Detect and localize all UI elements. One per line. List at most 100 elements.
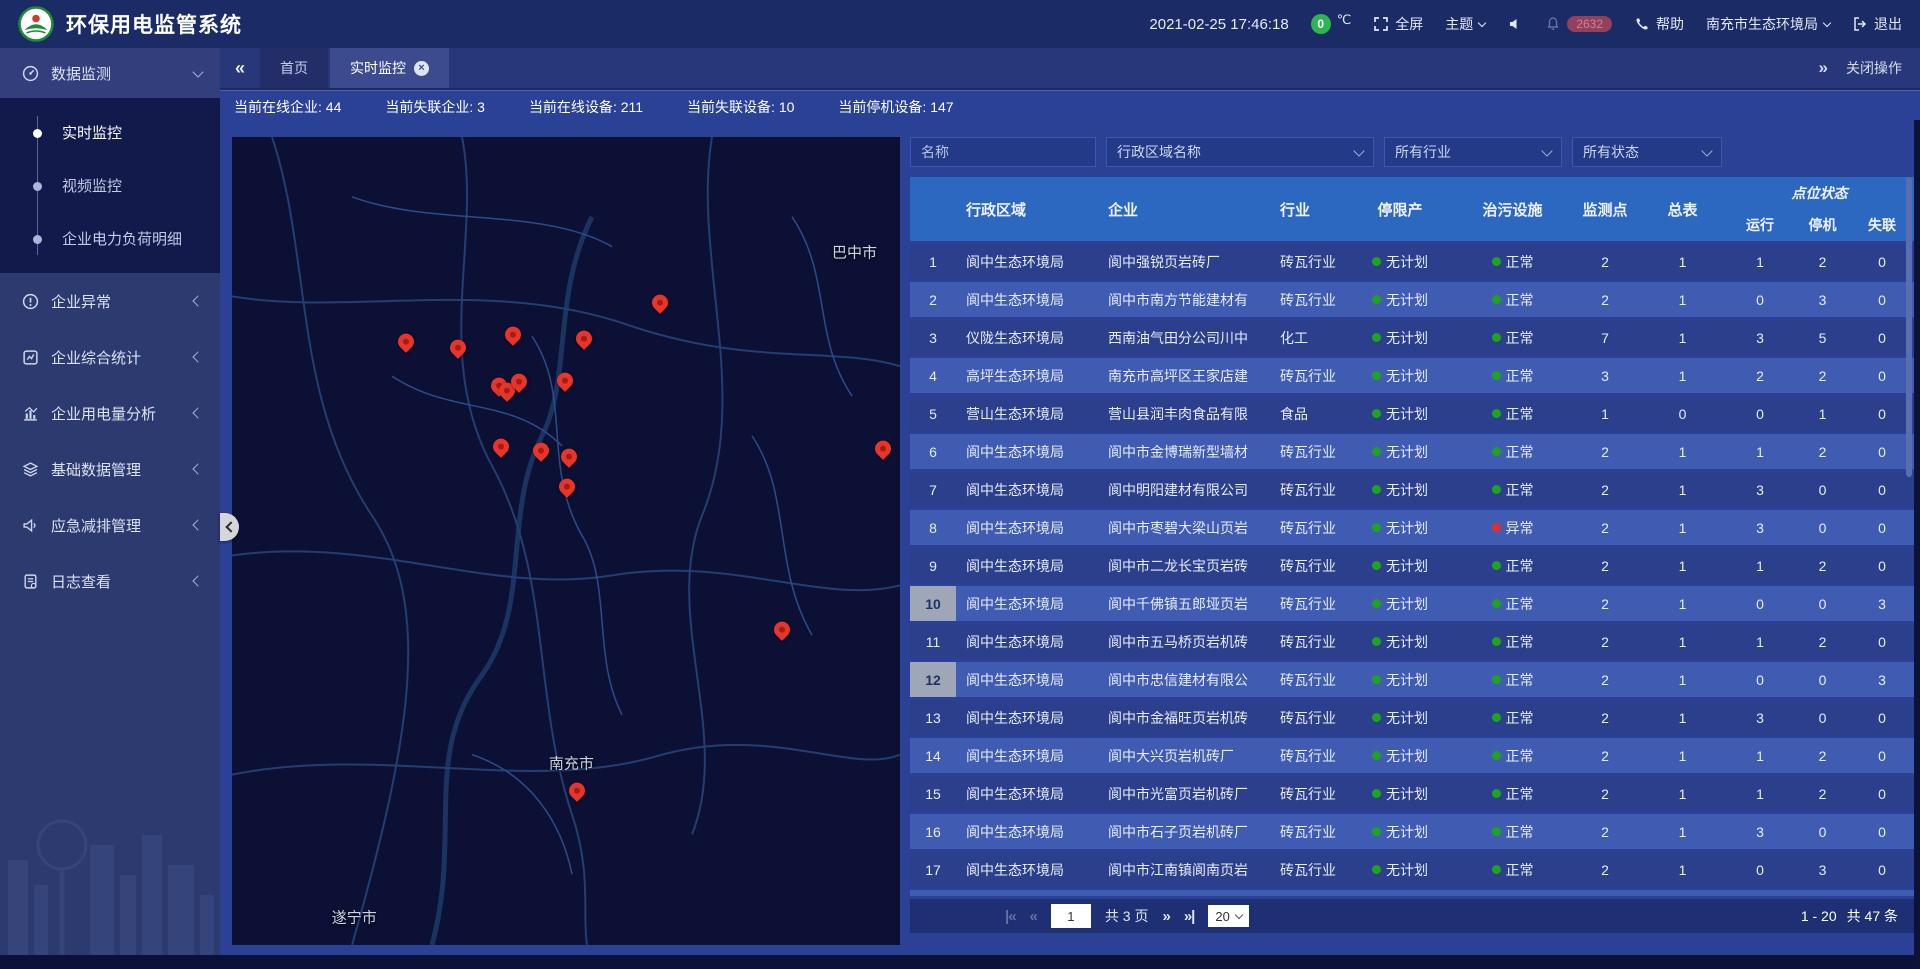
table-row[interactable]: 13 阆中生态环境局 阆中市金福旺页岩机砖 砖瓦行业 无计划 正常 2 1 3 … bbox=[910, 700, 1914, 735]
map-pin[interactable] bbox=[555, 475, 578, 498]
header-meters: 总表 bbox=[1640, 177, 1725, 241]
help-button[interactable]: 帮助 bbox=[1634, 14, 1684, 34]
table-scrollbar[interactable] bbox=[1906, 177, 1912, 477]
sidebar-subitem[interactable]: 实时监控 bbox=[0, 106, 220, 159]
table-row[interactable]: 2 阆中生态环境局 阆中市南方节能建材有 砖瓦行业 无计划 正常 2 1 0 3… bbox=[910, 282, 1914, 317]
table-row[interactable]: 5 营山生态环境局 营山县润丰肉食品有限 食品 无计划 正常 1 0 0 1 0 bbox=[910, 396, 1914, 431]
map-pin[interactable] bbox=[530, 439, 553, 462]
cell-company: 阆中市忠信建材有限公 bbox=[1098, 662, 1270, 697]
cell-meters: 1 bbox=[1640, 358, 1725, 393]
cell-running: 3 bbox=[1725, 700, 1795, 735]
table-row[interactable]: 7 阆中生态环境局 阆中明阳建材有限公司 砖瓦行业 无计划 正常 2 1 3 0… bbox=[910, 472, 1914, 507]
app-window: 环保用电监管系统 2021-02-25 17:46:18 0 ℃ 全屏 主题 2… bbox=[0, 0, 1920, 955]
temperature-widget: 0 ℃ bbox=[1311, 14, 1352, 34]
close-actions-button[interactable]: 关闭操作 bbox=[1846, 58, 1902, 78]
cell-points: 2 bbox=[1570, 852, 1640, 887]
cell-industry: 砖瓦行业 bbox=[1270, 700, 1345, 735]
status-dot bbox=[1492, 827, 1501, 836]
sidebar-item[interactable]: 数据监测 bbox=[0, 48, 220, 98]
tab[interactable]: 首页 bbox=[260, 48, 328, 88]
prev-page-button[interactable]: « bbox=[1030, 908, 1037, 925]
cell-offline: 0 bbox=[1850, 548, 1914, 583]
sidebar-subitem[interactable]: 企业电力负荷明细 bbox=[0, 212, 220, 265]
sidebar-item[interactable]: 应急减排管理 bbox=[0, 497, 220, 553]
fullscreen-button[interactable]: 全屏 bbox=[1373, 14, 1423, 34]
next-page-button[interactable]: » bbox=[1162, 908, 1169, 925]
cell-company: 阆中市南方节能建材有 bbox=[1098, 282, 1270, 317]
sidebar-subitem[interactable]: 视频监控 bbox=[0, 159, 220, 212]
tab-close-icon[interactable]: × bbox=[414, 61, 429, 76]
header-running: 运行 bbox=[1725, 209, 1795, 241]
sidebar-item-icon bbox=[22, 293, 39, 310]
map-pin[interactable] bbox=[770, 619, 793, 642]
industry-select[interactable]: 所有行业 bbox=[1384, 137, 1562, 167]
map-pin[interactable] bbox=[501, 323, 524, 346]
sidebar-item[interactable]: 日志查看 bbox=[0, 553, 220, 609]
table-row[interactable]: 4 高坪生态环境局 南充市高坪区王家店建 砖瓦行业 无计划 正常 3 1 2 2… bbox=[910, 358, 1914, 393]
table-row[interactable]: 10 阆中生态环境局 阆中千佛镇五郎垭页岩 砖瓦行业 无计划 正常 2 1 0 … bbox=[910, 586, 1914, 621]
app-logo bbox=[18, 6, 54, 42]
status-dot-green bbox=[1372, 865, 1381, 874]
cell-meters: 1 bbox=[1640, 244, 1725, 279]
table-row[interactable]: 8 阆中生态环境局 阆中市枣碧大梁山页岩 砖瓦行业 无计划 异常 2 1 3 0… bbox=[910, 510, 1914, 545]
stat-item: 当前失联企业3 bbox=[385, 97, 485, 117]
sidebar-item[interactable]: 基础数据管理 bbox=[0, 441, 220, 497]
cell-company: 阆中市金博瑞新型墙材 bbox=[1098, 434, 1270, 469]
map-panel[interactable]: 巴中市南充市遂宁市 bbox=[232, 137, 900, 945]
map-pin[interactable] bbox=[565, 779, 588, 802]
map-pin[interactable] bbox=[489, 435, 512, 458]
row-index: 3 bbox=[910, 320, 956, 355]
cell-limit-status: 无计划 bbox=[1345, 700, 1455, 735]
sidebar-item[interactable]: 企业异常 bbox=[0, 273, 220, 329]
stat-label: 当前失联企业 bbox=[385, 99, 477, 115]
header-limit: 停限产 bbox=[1345, 177, 1455, 241]
table-row[interactable]: 18 南部生态环境局 南部县双佳木业有限公 砖瓦行业 无计划 正常 2 1 0 … bbox=[910, 890, 1914, 896]
chevron-icon bbox=[192, 66, 203, 77]
cell-facility-status: 正常 bbox=[1455, 738, 1570, 773]
page-input[interactable] bbox=[1051, 904, 1091, 928]
tabs-scroll-right-button[interactable]: » bbox=[1819, 58, 1828, 78]
sidebar-item[interactable]: 企业用电量分析 bbox=[0, 385, 220, 441]
page-size-select[interactable]: 20 bbox=[1208, 905, 1248, 927]
row-index: 11 bbox=[910, 624, 956, 659]
status-select[interactable]: 所有状态 bbox=[1572, 137, 1722, 167]
cell-running: 3 bbox=[1725, 510, 1795, 545]
theme-dropdown[interactable]: 主题 bbox=[1445, 14, 1485, 34]
notifications-widget[interactable]: 2632 bbox=[1545, 16, 1612, 32]
table-row[interactable]: 14 阆中生态环境局 阆中大兴页岩机砖厂 砖瓦行业 无计划 正常 2 1 1 2… bbox=[910, 738, 1914, 773]
table-row[interactable]: 6 阆中生态环境局 阆中市金博瑞新型墙材 砖瓦行业 无计划 正常 2 1 1 2… bbox=[910, 434, 1914, 469]
sidebar-item-label: 基础数据管理 bbox=[51, 459, 141, 480]
table-row[interactable]: 3 仪陇生态环境局 西南油气田分公司川中 化工 无计划 正常 7 1 3 5 0 bbox=[910, 320, 1914, 355]
map-pin[interactable] bbox=[558, 445, 581, 468]
map-pin[interactable] bbox=[648, 291, 671, 314]
org-dropdown[interactable]: 南充市生态环境局 bbox=[1706, 14, 1830, 34]
map-pin[interactable] bbox=[554, 370, 577, 393]
status-dot-green bbox=[1372, 751, 1381, 760]
cell-industry: 砖瓦行业 bbox=[1270, 244, 1345, 279]
region-select[interactable]: 行政区域名称 bbox=[1106, 137, 1374, 167]
sound-button[interactable] bbox=[1507, 16, 1523, 32]
table-row[interactable]: 12 阆中生态环境局 阆中市忠信建材有限公 砖瓦行业 无计划 正常 2 1 0 … bbox=[910, 662, 1914, 697]
map-pin[interactable] bbox=[446, 337, 469, 360]
header-points: 监测点 bbox=[1570, 177, 1640, 241]
map-pin[interactable] bbox=[573, 328, 596, 351]
table-row[interactable]: 11 阆中生态环境局 阆中市五马桥页岩机砖 砖瓦行业 无计划 正常 2 1 1 … bbox=[910, 624, 1914, 659]
first-page-button[interactable]: |« bbox=[1005, 908, 1016, 925]
last-page-button[interactable]: »| bbox=[1184, 908, 1195, 925]
table-row[interactable]: 17 阆中生态环境局 阆中市江南镇阆南页岩 砖瓦行业 无计划 正常 2 1 0 … bbox=[910, 852, 1914, 887]
table-row[interactable]: 9 阆中生态环境局 阆中市二龙长宝页岩砖 砖瓦行业 无计划 正常 2 1 1 2… bbox=[910, 548, 1914, 583]
cell-points: 7 bbox=[1570, 320, 1640, 355]
name-search-input[interactable] bbox=[910, 137, 1096, 167]
cell-limit-status: 无计划 bbox=[1345, 738, 1455, 773]
table-row[interactable]: 15 阆中生态环境局 阆中市光富页岩机砖厂 砖瓦行业 无计划 正常 2 1 1 … bbox=[910, 776, 1914, 811]
filter-row: 行政区域名称 所有行业 所有状态 bbox=[910, 137, 1914, 167]
tab[interactable]: 实时监控× bbox=[330, 48, 449, 88]
logout-button[interactable]: 退出 bbox=[1852, 14, 1902, 34]
map-pin[interactable] bbox=[871, 438, 894, 461]
table-row[interactable]: 16 阆中生态环境局 阆中市石子页岩机砖厂 砖瓦行业 无计划 正常 2 1 3 … bbox=[910, 814, 1914, 849]
cell-facility-status: 正常 bbox=[1455, 396, 1570, 431]
tabs-scroll-left-button[interactable]: « bbox=[220, 48, 260, 88]
table-row[interactable]: 1 阆中生态环境局 阆中强锐页岩砖厂 砖瓦行业 无计划 正常 2 1 1 2 0 bbox=[910, 244, 1914, 279]
sidebar-item[interactable]: 企业综合统计 bbox=[0, 329, 220, 385]
map-pin[interactable] bbox=[394, 330, 417, 353]
